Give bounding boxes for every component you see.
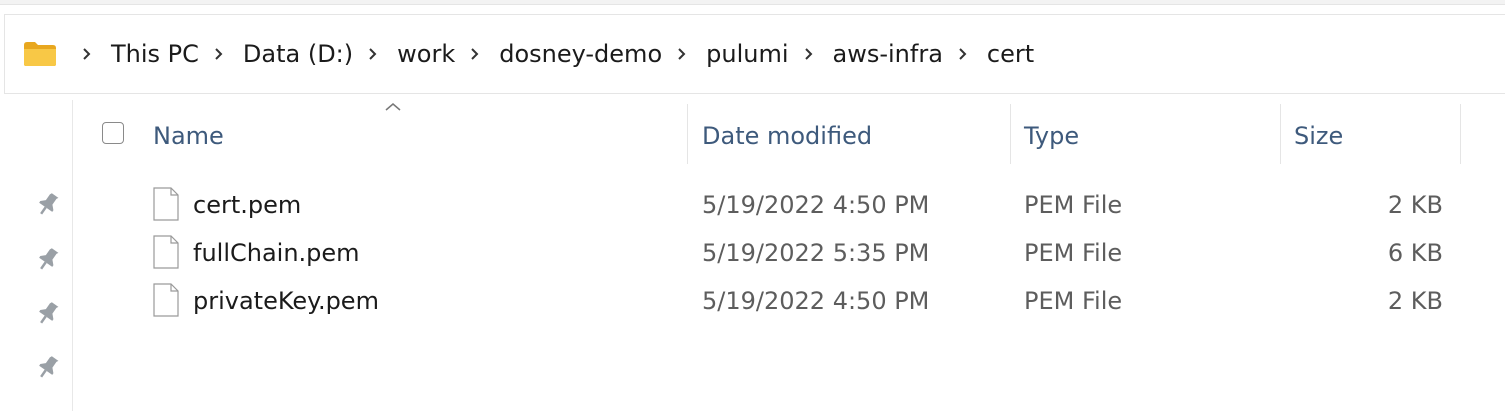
file-icon — [153, 283, 179, 317]
column-header-type[interactable]: Type — [1024, 104, 1079, 164]
breadcrumb-cert[interactable]: cert — [981, 14, 1040, 94]
file-size: 2 KB — [1387, 287, 1443, 315]
breadcrumb-this-pc[interactable]: This PC — [105, 14, 205, 94]
column-divider[interactable] — [1280, 104, 1281, 164]
pin-icon[interactable] — [34, 245, 62, 273]
file-name[interactable]: privateKey.pem — [193, 277, 379, 325]
chevron-right-icon[interactable] — [465, 44, 485, 64]
column-divider[interactable] — [1010, 104, 1011, 164]
file-size: 2 KB — [1387, 191, 1443, 219]
file-name[interactable]: cert.pem — [193, 181, 301, 229]
column-header-name[interactable]: Name — [153, 104, 224, 164]
folder-icon — [24, 42, 56, 66]
chevron-right-icon[interactable] — [953, 44, 973, 64]
file-date-modified: 5/19/2022 4:50 PM — [702, 287, 930, 315]
pin-icon[interactable] — [34, 353, 62, 381]
file-row[interactable]: fullChain.pem 5/19/2022 5:35 PM PEM File… — [73, 229, 1493, 277]
breadcrumb-pulumi[interactable]: pulumi — [700, 14, 794, 94]
pin-icon[interactable] — [34, 190, 62, 218]
file-size: 6 KB — [1387, 239, 1443, 267]
file-row[interactable]: cert.pem 5/19/2022 4:50 PM PEM File 2 KB — [73, 181, 1493, 229]
chevron-right-icon[interactable] — [209, 44, 229, 64]
breadcrumb-aws-infra[interactable]: aws-infra — [827, 14, 949, 94]
breadcrumb: This PC Data (D:) work dosney-demo pulum… — [5, 15, 1040, 93]
pin-icon[interactable] — [34, 299, 62, 327]
sort-up-icon — [385, 103, 401, 111]
column-header-date-modified[interactable]: Date modified — [702, 104, 872, 164]
window-top-strip — [0, 0, 1505, 5]
breadcrumb-dosney-demo[interactable]: dosney-demo — [493, 14, 668, 94]
chevron-right-icon[interactable] — [363, 44, 383, 64]
file-date-modified: 5/19/2022 5:35 PM — [702, 239, 930, 267]
file-date-modified: 5/19/2022 4:50 PM — [702, 191, 930, 219]
chevron-right-icon[interactable] — [799, 44, 819, 64]
file-type: PEM File — [1024, 191, 1123, 219]
breadcrumb-data-drive[interactable]: Data (D:) — [237, 14, 359, 94]
column-divider[interactable] — [1460, 104, 1461, 164]
quick-access-pane — [0, 100, 73, 411]
file-icon — [153, 187, 179, 221]
file-type: PEM File — [1024, 239, 1123, 267]
column-header-size[interactable]: Size — [1294, 104, 1343, 164]
file-icon — [153, 235, 179, 269]
chevron-right-icon[interactable] — [77, 44, 97, 64]
select-all-checkbox[interactable] — [102, 122, 124, 144]
column-divider[interactable] — [687, 104, 688, 164]
chevron-right-icon[interactable] — [672, 44, 692, 64]
address-bar[interactable]: This PC Data (D:) work dosney-demo pulum… — [4, 14, 1505, 94]
file-type: PEM File — [1024, 287, 1123, 315]
breadcrumb-work[interactable]: work — [391, 14, 461, 94]
file-name[interactable]: fullChain.pem — [193, 229, 360, 277]
file-row[interactable]: privateKey.pem 5/19/2022 4:50 PM PEM Fil… — [73, 277, 1493, 325]
